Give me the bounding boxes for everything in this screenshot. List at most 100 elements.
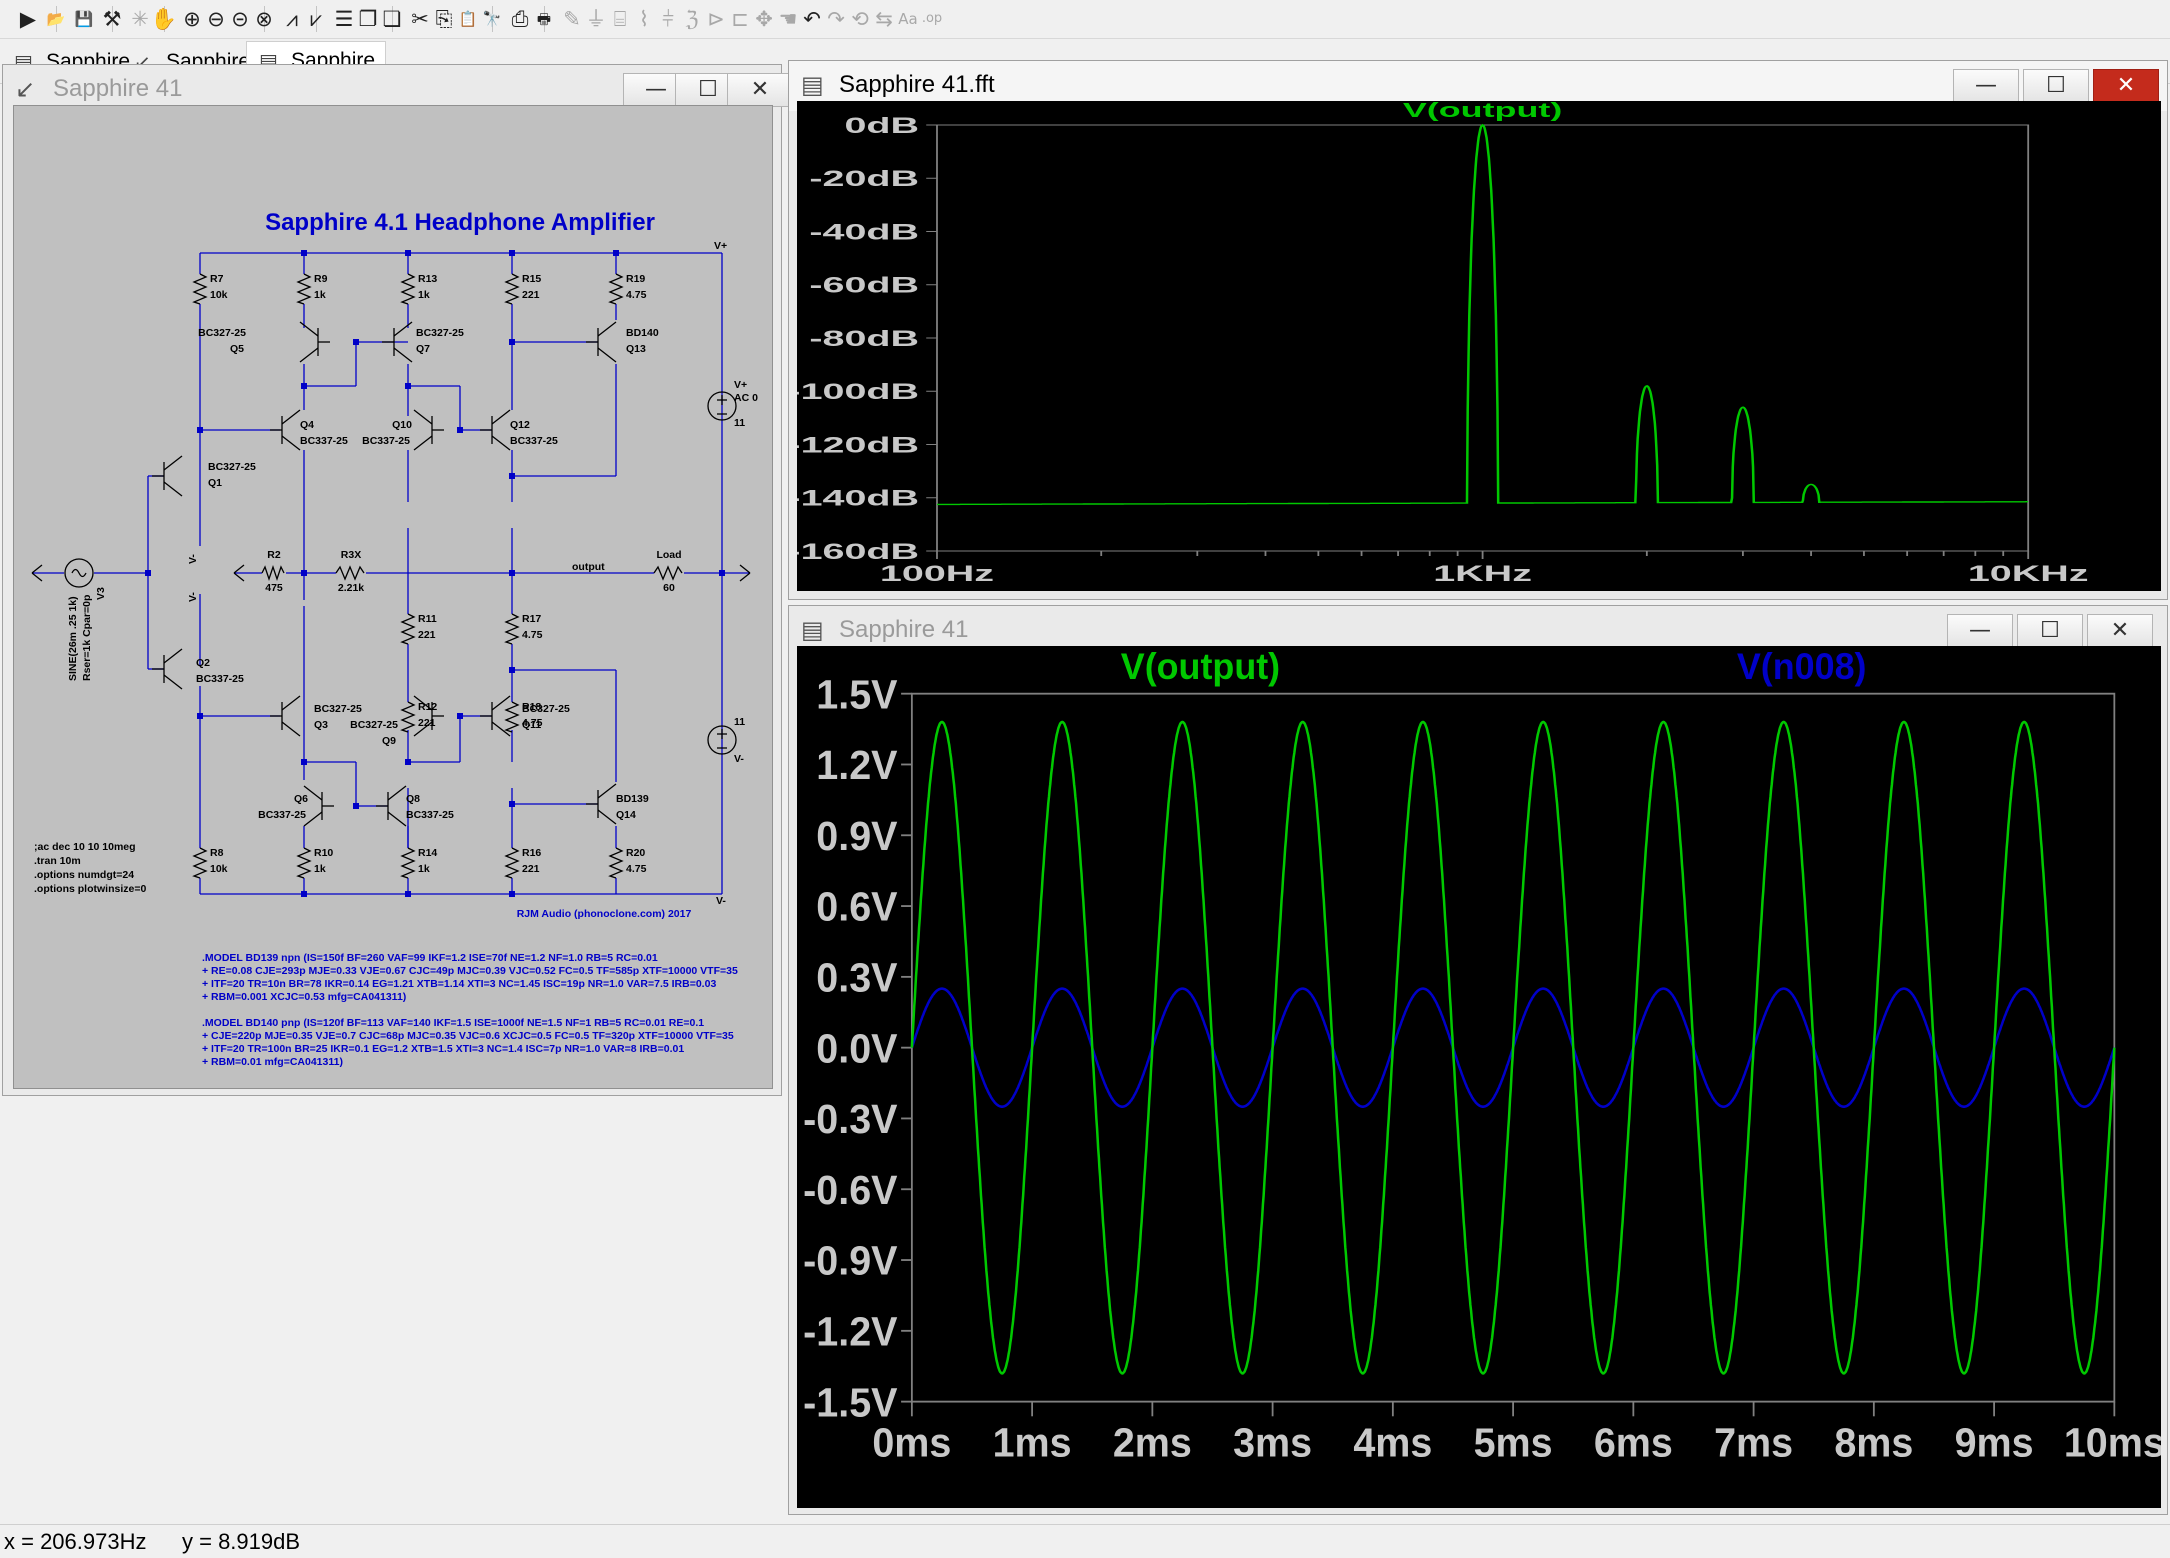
close-button[interactable]: ✕ (727, 73, 793, 107)
spice-model-line: + RE=0.08 CJE=293p MJE=0.33 VJE=0.67 CJC… (202, 965, 738, 977)
resistor-symbol[interactable] (608, 847, 624, 879)
y-tick-label: 0.0V (816, 1027, 898, 1071)
net-label: V+ (714, 240, 727, 252)
resistor-value: 1k (418, 289, 430, 301)
x-tick-label: 100Hz (880, 561, 994, 586)
fft-chart[interactable]: 0dB -20dB -40dB -60dB -80dB -100dB -120dB -140d… (787, 100, 2161, 591)
resistor-value: 1k (314, 863, 326, 875)
y-tick-label: -1.2V (803, 1310, 898, 1354)
resistor-symbol[interactable] (192, 273, 208, 305)
y-tick-label: -1.5V (803, 1381, 898, 1425)
y-tick-label: -0.9V (803, 1239, 898, 1283)
transistor-symbol[interactable] (376, 785, 407, 827)
y-tick-label: 0.9V (816, 815, 898, 859)
find-icon[interactable]: 🔭 (478, 5, 506, 33)
transient-plot-window[interactable]: ▤ Sapphire 41 — ☐ ✕ 1.5V 1.2V 0.9V 0.6V 0.3V… (788, 605, 2168, 1515)
transistor-label: BC327-25 (522, 703, 570, 715)
resistor-value: 60 (663, 582, 675, 594)
transistor-label: Q8 (406, 793, 420, 805)
x-tick-label: 10ms (2064, 1421, 2161, 1465)
schematic-heading: Sapphire 4.1 Headphone Amplifier (265, 209, 655, 236)
maximize-button[interactable]: ☐ (2017, 614, 2083, 648)
schematic-window[interactable]: ↙ Sapphire 41 — ☐ ✕ Sapphire 4.1 Headpho… (2, 64, 793, 1096)
transistor-label: Q1 (208, 477, 222, 489)
resistor-symbol[interactable] (504, 613, 520, 645)
control-panel-icon[interactable]: ⚒ (98, 5, 126, 33)
transistor-symbol[interactable] (586, 783, 617, 825)
resistor-ref: R15 (522, 273, 541, 285)
trace-v-output (910, 720, 2116, 1375)
x-tick-label: 5ms (1474, 1421, 1553, 1465)
resistor-symbol[interactable] (504, 701, 520, 733)
transistor-label: BC337-25 (406, 809, 454, 821)
transistor-label: Q4 (300, 419, 314, 431)
transistor-symbol[interactable] (270, 695, 301, 737)
y-tick-label: -140dB (797, 486, 919, 511)
y-readout: y = 8.919dB (182, 1529, 301, 1554)
resistor-symbol[interactable] (608, 273, 624, 305)
transistor-symbol[interactable] (303, 785, 334, 827)
transistor-label: BC337-25 (300, 435, 348, 447)
resistor-symbol[interactable] (296, 847, 312, 879)
resistor-symbol[interactable] (192, 847, 208, 879)
transistor-label: Q6 (294, 793, 308, 805)
resistor-ref: R17 (522, 613, 541, 625)
x-tick-label: 1KHz (1433, 561, 1532, 586)
zoom-fit-icon[interactable]: ⊗ (250, 5, 278, 33)
y-tick-label: -120dB (797, 433, 919, 458)
print-setup-icon[interactable]: 🖶 (530, 5, 558, 33)
maximize-button[interactable]: ☐ (2023, 69, 2089, 103)
pan-icon[interactable]: ✋ (150, 5, 178, 33)
resistor-symbol[interactable] (504, 847, 520, 879)
resistor-symbol[interactable] (400, 847, 416, 879)
close-button[interactable]: ✕ (2087, 614, 2153, 648)
source-ref: V- (734, 753, 744, 765)
x-tick-label: 10KHz (1968, 561, 2089, 586)
scale-icon[interactable]: ⩗ (302, 5, 330, 33)
window-title: Sapphire 41 (839, 616, 969, 643)
transistor-symbol[interactable] (586, 321, 617, 363)
plot-frame (936, 124, 2030, 552)
spice-directive: .options plotwinsize=0 (34, 883, 146, 895)
transistor-symbol[interactable] (413, 409, 444, 451)
transistor-symbol[interactable] (152, 455, 183, 497)
transistor-label: Q11 (522, 719, 541, 731)
resistor-symbol[interactable] (504, 273, 520, 305)
resistor-value: 10k (210, 289, 228, 301)
resistor-symbol[interactable] (400, 273, 416, 305)
spice-directive: ;ac dec 10 10 10meg (34, 841, 136, 853)
resistor-ref: R13 (418, 273, 437, 285)
transient-chart[interactable]: 1.5V 1.2V 0.9V 0.6V 0.3V 0.0V -0.3V -0.6V -0.9V -… (797, 646, 2165, 1508)
spice-model-line: + ITF=20 TR=100n BR=25 IKR=0.1 EG=1.2 XT… (202, 1043, 684, 1055)
close-button[interactable]: ✕ (2093, 69, 2159, 103)
spice-directive-icon[interactable]: .op (918, 5, 946, 33)
run-icon[interactable]: ▶ (14, 5, 42, 33)
transistor-label: BC327-25 (350, 719, 398, 731)
credit-text: RJM Audio (phonoclone.com) 2017 (517, 908, 692, 920)
trace-label: V(output) (1121, 646, 1280, 687)
transistor-symbol[interactable] (270, 409, 301, 451)
transistor-label: BC327-25 (198, 327, 246, 339)
minimize-button[interactable]: — (1953, 69, 2019, 103)
minimize-button[interactable]: — (1947, 614, 2013, 648)
schematic-canvas[interactable]: Sapphire 4.1 Headphone Amplifier R7 10k R9… (13, 105, 773, 1089)
save-icon[interactable]: 💾 (70, 5, 98, 33)
spice-model-line: .MODEL BD139 npn (IS=150f BF=260 VAF=99 … (202, 952, 658, 964)
open-icon[interactable]: 📂 (42, 5, 70, 33)
resistor-symbol[interactable] (400, 613, 416, 645)
schematic-drawing[interactable]: Sapphire 4.1 Headphone Amplifier R7 10k R9… (14, 106, 773, 1089)
transient-plot-area[interactable]: 1.5V 1.2V 0.9V 0.6V 0.3V 0.0V -0.3V -0.6V -0.9V -… (797, 646, 2165, 1508)
window-title: Sapphire 41.fft (839, 71, 995, 98)
resistor-ref: R8 (210, 847, 224, 859)
net-label: V- (716, 895, 726, 907)
fft-plot-area[interactable]: 0dB -20dB -40dB -60dB -80dB -100dB -120dB -140d… (787, 100, 2161, 591)
transistor-symbol[interactable] (480, 409, 511, 451)
resistor-symbol[interactable] (296, 273, 312, 305)
resistor-symbol[interactable] (400, 701, 416, 733)
window-title: Sapphire 41 (53, 75, 183, 102)
fft-plot-window[interactable]: ▤ Sapphire 41.fft — ☐ ✕ 0dB -20dB -40dB -60… (787, 60, 2168, 600)
source-spec: Rser=1k Cpar=0p (81, 595, 93, 681)
resistor-ref: R14 (418, 847, 437, 859)
tile-vertical-icon[interactable]: ❏ (378, 5, 406, 33)
transistor-symbol[interactable] (152, 648, 183, 690)
